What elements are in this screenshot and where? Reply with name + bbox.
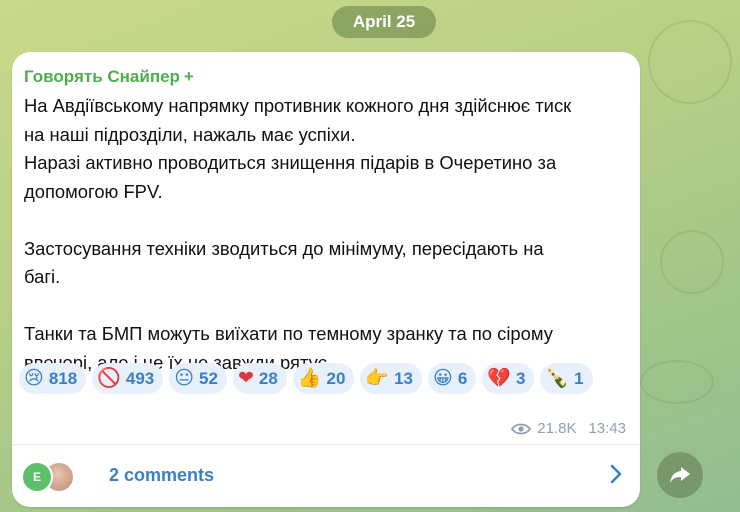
message-text: На Авдіївському напрямку противник кожно… [24, 92, 629, 377]
reaction-crying[interactable]: 😢 818 [19, 363, 87, 394]
reaction-count: 493 [125, 368, 155, 388]
author-label: Говорять Снайпер [24, 67, 180, 86]
share-button[interactable] [657, 452, 703, 498]
reaction-count: 28 [258, 368, 278, 388]
reaction-thumbs-up[interactable]: 👍 20 [292, 363, 355, 394]
pointing-hand-icon: 👉 [365, 367, 390, 389]
plus-icon: + [183, 67, 194, 86]
red-heart-icon: ❤ [237, 367, 254, 389]
chevron-right-icon [610, 464, 622, 484]
reaction-face[interactable]: 😐 52 [169, 363, 227, 394]
message-line: допомогою FPV. [24, 180, 163, 202]
champagne-bottle-icon: 🍾 [545, 367, 570, 389]
date-separator: April 25 [332, 6, 436, 38]
message-line: багі. [24, 266, 61, 287]
reaction-count: 6 [457, 368, 468, 388]
reaction-count: 13 [394, 368, 413, 388]
face-icon: 😐 [174, 367, 195, 389]
reaction-count: 20 [326, 368, 346, 388]
commenter-avatars: E [21, 457, 91, 493]
thumbs-up-icon: 👍 [297, 367, 322, 389]
crying-face-icon: 😢 [24, 367, 44, 389]
view-count: 21.8K [537, 420, 577, 437]
background-doodle [648, 20, 732, 104]
reactions-bar: 😢 818 🚫 493 😐 52 ❤ 28 👍 20 👉 13 😀 6 💔 3 … [19, 363, 631, 394]
crossed-out-car-icon: 🚫 [97, 367, 121, 389]
reaction-grinning[interactable]: 😀 6 [428, 363, 477, 394]
reaction-champagne[interactable]: 🍾 1 [540, 363, 593, 394]
reaction-count: 818 [48, 368, 78, 388]
message-meta: 21.8K 13:43 [511, 420, 626, 437]
reaction-broken-heart[interactable]: 💔 3 [482, 363, 535, 394]
message-line: Танки та БМП можуть виїхати по темному з… [24, 323, 553, 344]
reaction-count: 52 [199, 368, 218, 388]
reaction-count: 3 [515, 368, 526, 388]
message-line: на наші підрозділи, нажаль має успіхи. [24, 123, 356, 145]
background-doodle [660, 230, 724, 294]
broken-heart-icon: 💔 [487, 367, 511, 389]
eye-icon [511, 423, 532, 434]
comments-link[interactable]: E 2 comments [12, 445, 640, 505]
message-time: 13:43 [588, 420, 626, 437]
grinning-face-icon: 😀 [433, 367, 453, 389]
background-doodle [640, 360, 714, 404]
message-bubble: Говорять Снайпер + На Авдіївському напрям… [12, 52, 640, 507]
author-name[interactable]: Говорять Снайпер + [24, 67, 194, 87]
reaction-count: 1 [574, 368, 584, 388]
comments-label: 2 comments [109, 464, 215, 485]
message-line: Застосування техніки зводиться до мініму… [24, 237, 544, 259]
reaction-heart[interactable]: ❤ 28 [232, 363, 287, 394]
reaction-no-car[interactable]: 🚫 493 [92, 363, 164, 394]
message-line: На Авдіївському напрямку противник кожно… [24, 95, 572, 116]
reaction-pointing-hand[interactable]: 👉 13 [360, 363, 422, 394]
message-line: Наразі активно проводиться знищення піда… [24, 152, 557, 173]
avatar: E [21, 461, 53, 493]
share-arrow-icon [670, 467, 690, 483]
